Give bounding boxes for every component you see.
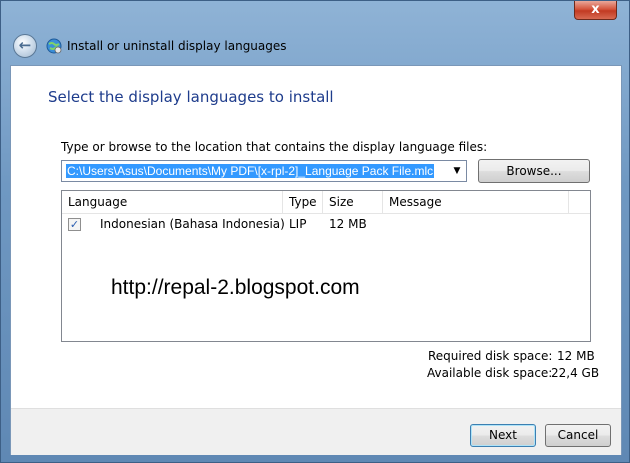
- language-checkbox[interactable]: ✓: [68, 218, 81, 231]
- chevron-down-icon[interactable]: ▼: [450, 163, 464, 179]
- disk-space-info: Required disk space: 12 MB Available dis…: [11, 349, 621, 383]
- column-header-language[interactable]: Language: [62, 191, 283, 213]
- checkmark-icon: ✓: [69, 218, 80, 231]
- column-header-message[interactable]: Message: [383, 191, 569, 213]
- navigation-bar: ← Install or uninstall display languages: [2, 27, 630, 65]
- row-size: 12 MB: [329, 217, 367, 231]
- table-row[interactable]: ✓ Indonesian (Bahasa Indonesia) LIP 12 M…: [62, 215, 590, 235]
- language-list[interactable]: Language Type Size Message ✓ Indonesian …: [61, 190, 591, 342]
- footer-bar: Next Cancel: [11, 408, 621, 455]
- available-space-value: 22,4 GB: [551, 366, 600, 380]
- globe-network-icon: [46, 38, 62, 54]
- path-label: Type or browse to the location that cont…: [61, 140, 488, 154]
- back-arrow-icon: ←: [18, 36, 32, 54]
- available-space-label: Available disk space:: [427, 366, 553, 380]
- window-title: Install or uninstall display languages: [67, 39, 287, 53]
- path-combobox[interactable]: C:\Users\Asus\Documents\My PDF\[x-rpl-2]…: [61, 160, 467, 182]
- wizard-content: Select the display languages to install …: [10, 65, 622, 455]
- row-language: Indonesian (Bahasa Indonesia): [100, 217, 285, 231]
- watermark-url: http://repal-2.blogspot.com: [111, 276, 360, 299]
- required-space-value: 12 MB: [557, 349, 595, 363]
- page-title: Select the display languages to install: [48, 88, 334, 106]
- required-space-label: Required disk space:: [428, 349, 553, 363]
- column-header-type[interactable]: Type: [283, 191, 323, 213]
- path-input[interactable]: C:\Users\Asus\Documents\My PDF\[x-rpl-2]…: [66, 164, 435, 178]
- close-icon: x: [591, 2, 600, 17]
- next-button[interactable]: Next: [470, 424, 536, 447]
- window-frame: x ← Install or uninstall display languag…: [0, 0, 630, 463]
- column-header-size[interactable]: Size: [323, 191, 383, 213]
- cancel-button[interactable]: Cancel: [545, 424, 611, 447]
- back-button[interactable]: ←: [13, 34, 37, 58]
- browse-button[interactable]: Browse...: [478, 159, 590, 183]
- list-header: Language Type Size Message: [62, 191, 590, 214]
- close-button[interactable]: x: [574, 1, 617, 20]
- row-type: LIP: [289, 217, 307, 231]
